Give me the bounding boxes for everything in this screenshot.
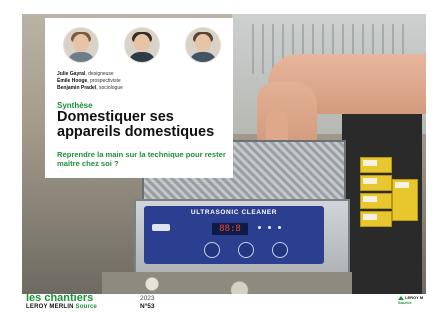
report-cover: ULTRASONIC CLEANER 88:8 Julie Gayral, de…	[0, 0, 440, 313]
panel-tag	[152, 224, 170, 231]
series-logo-sub: LEROY MERLIN Source	[26, 304, 97, 310]
storage-bin	[360, 211, 392, 227]
author-name: Julie Gayral	[57, 71, 86, 77]
storage-bin	[360, 193, 392, 209]
publisher-logo-source: Source	[398, 300, 412, 305]
report-title: Domestiquer ses appareils domestiques	[57, 109, 215, 140]
indicator-dot	[268, 226, 271, 229]
indicator-dot	[278, 226, 281, 229]
series-logo: les chantiers	[26, 292, 94, 304]
panel-button	[204, 242, 220, 258]
storage-shelf	[342, 109, 422, 294]
panel-button	[238, 242, 254, 258]
author-role: sociologue	[98, 85, 123, 91]
cover-footer: les chantiers LEROY MERLIN Source 2023 N…	[22, 292, 426, 313]
author-line: Émile Hooge, prospectiviste	[57, 78, 121, 84]
storage-bin	[360, 175, 392, 191]
author-role: designeuse	[88, 71, 114, 77]
title-card: Julie Gayral, designeuse Émile Hooge, pr…	[45, 18, 233, 178]
panel-brand-label: ULTRASONIC CLEANER	[190, 209, 278, 216]
author-name: Émile Hooge	[57, 78, 88, 84]
author-photo-emile	[124, 27, 160, 63]
report-subtitle: Reprendre la main sur la technique pour …	[57, 150, 226, 168]
storage-bin	[360, 157, 392, 173]
publisher-name: LEROY MERLIN	[26, 304, 74, 310]
panel-button	[272, 242, 288, 258]
publisher-source: Source	[75, 304, 98, 310]
author-role: prospectiviste	[90, 78, 121, 84]
author-line: Julie Gayral, designeuse	[57, 71, 114, 77]
control-panel: ULTRASONIC CLEANER 88:8	[144, 206, 324, 264]
author-name: Benjamin Pradel	[57, 85, 97, 91]
storage-bin	[392, 179, 418, 221]
publisher-logo: LEROY M Source	[398, 295, 424, 305]
author-list: Julie Gayral, designeuse Émile Hooge, pr…	[57, 71, 123, 92]
panel-display: 88:8	[212, 223, 248, 235]
author-line: Benjamin Pradel, sociologue	[57, 85, 123, 91]
author-photo-benjamin	[185, 27, 221, 63]
issue-number: N°53	[140, 303, 155, 310]
indicator-dot	[258, 226, 261, 229]
author-photo-julie	[63, 27, 99, 63]
packaging-foam	[102, 272, 352, 294]
publication-year: 2023	[140, 295, 155, 302]
